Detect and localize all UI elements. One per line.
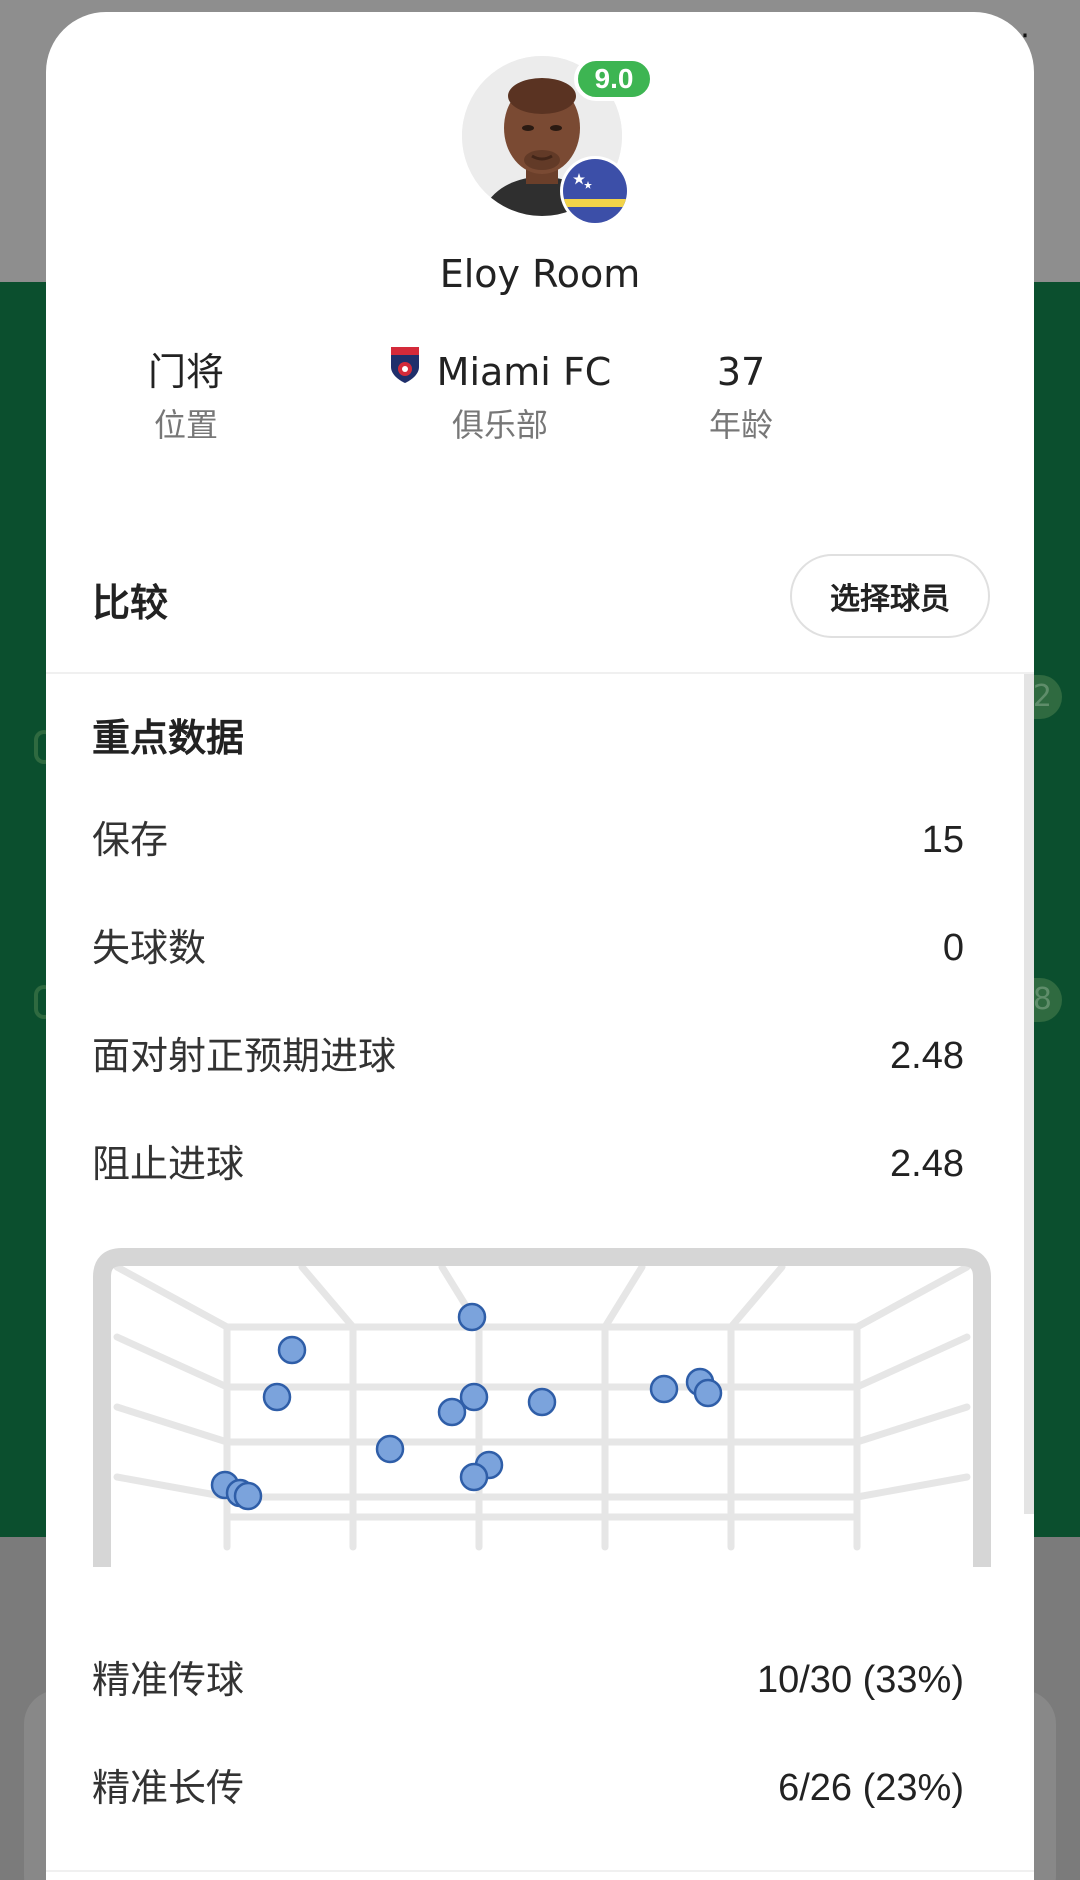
shot-marker[interactable]	[437, 1397, 467, 1427]
player-name: Eloy Room	[439, 252, 641, 296]
stat-value: 10/30 (33%)	[756, 1659, 964, 1701]
curacao-flag-icon	[560, 156, 630, 226]
player-detail-sheet: 9.0 Eloy Room 门将 位置 Miami FC 俱乐部 37 年龄 比…	[46, 12, 1034, 1880]
goal-shot-map	[93, 1248, 991, 1567]
stat-label: 保存	[92, 818, 169, 862]
shot-marker[interactable]	[375, 1434, 405, 1464]
club-label: 俱乐部	[451, 406, 548, 444]
scrollbar[interactable]	[1024, 674, 1034, 1514]
stat-label: 阻止进球	[92, 1142, 245, 1186]
shot-marker[interactable]	[693, 1378, 723, 1408]
compare-title: 比较	[92, 581, 169, 625]
club-row[interactable]: Miami FC	[330, 345, 670, 397]
stat-label: 精准长传	[92, 1766, 245, 1810]
position-label: 位置	[153, 406, 218, 444]
shot-marker[interactable]	[527, 1387, 557, 1417]
stat-row-goals-prevented: 阻止进球 2.48	[92, 1136, 964, 1192]
stat-row-goals-conceded: 失球数 0	[92, 920, 964, 976]
club-name: Miami FC	[436, 350, 612, 394]
stat-row-xg-faced: 面对射正预期进球 2.48	[92, 1028, 964, 1084]
stat-label: 失球数	[92, 926, 207, 970]
stat-value: 2.48	[890, 1035, 964, 1077]
stat-row-accurate-passes: 精准传球 10/30 (33%)	[92, 1652, 964, 1708]
key-stats-title: 重点数据	[92, 716, 245, 760]
miami-fc-crest-icon	[389, 345, 421, 397]
stat-value: 6/26 (23%)	[778, 1767, 964, 1809]
position-info: 门将 位置	[86, 347, 286, 445]
section-divider	[46, 1870, 1034, 1872]
shot-marker[interactable]	[262, 1382, 292, 1412]
stat-row-accurate-long-balls: 精准长传 6/26 (23%)	[92, 1760, 964, 1816]
shot-marker[interactable]	[277, 1335, 307, 1365]
age-info: 37 年龄	[646, 347, 836, 445]
position-value: 门将	[147, 350, 224, 394]
stat-value: 0	[942, 927, 964, 969]
shot-marker[interactable]	[457, 1302, 487, 1332]
age-label: 年龄	[708, 406, 773, 444]
club-info[interactable]: Miami FC 俱乐部	[330, 345, 670, 445]
player-rating-badge: 9.0	[574, 57, 654, 101]
shot-markers	[210, 1302, 723, 1511]
stat-value: 2.48	[890, 1143, 964, 1185]
shot-marker[interactable]	[649, 1374, 679, 1404]
stat-row-saves: 保存 15	[92, 812, 964, 868]
stat-label: 面对射正预期进球	[92, 1034, 397, 1078]
select-player-button[interactable]: 选择球员	[790, 554, 990, 638]
stat-label: 精准传球	[92, 1658, 245, 1702]
age-value: 37	[716, 350, 766, 394]
shot-marker[interactable]	[233, 1481, 263, 1511]
section-divider	[46, 672, 1034, 674]
shot-marker[interactable]	[459, 1462, 489, 1492]
stat-value: 15	[921, 819, 964, 861]
